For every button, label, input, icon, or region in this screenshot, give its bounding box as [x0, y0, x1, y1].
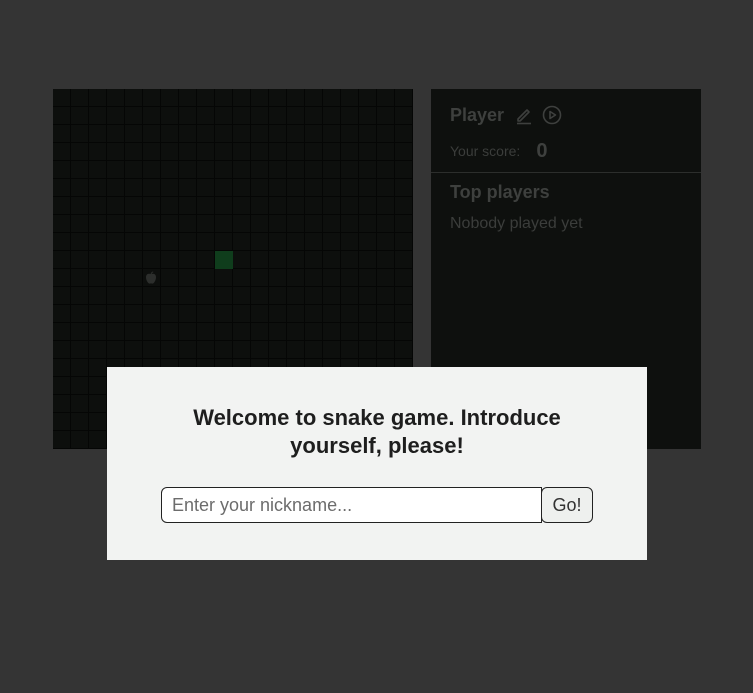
pencil-icon[interactable]: [514, 105, 534, 125]
go-button[interactable]: Go!: [541, 487, 593, 523]
score-row: Your score: 0: [450, 139, 547, 163]
modal-title: Welcome to snake game. Introduce yoursel…: [193, 405, 561, 458]
snake-segment: [215, 251, 233, 269]
welcome-modal: Welcome to snake game. Introduce yoursel…: [107, 367, 647, 560]
top-players-title: Top players: [450, 182, 550, 202]
score-label: Your score:: [450, 143, 521, 159]
nickname-input[interactable]: [161, 487, 542, 523]
top-players-empty-message: Nobody played yet: [450, 215, 583, 232]
player-name: Player: [450, 104, 505, 125]
apple-icon: [146, 271, 156, 284]
play-circle-icon[interactable]: [542, 105, 562, 125]
panel-divider: [431, 172, 701, 173]
score-value: 0: [536, 139, 548, 162]
player-header: Player: [450, 103, 570, 127]
